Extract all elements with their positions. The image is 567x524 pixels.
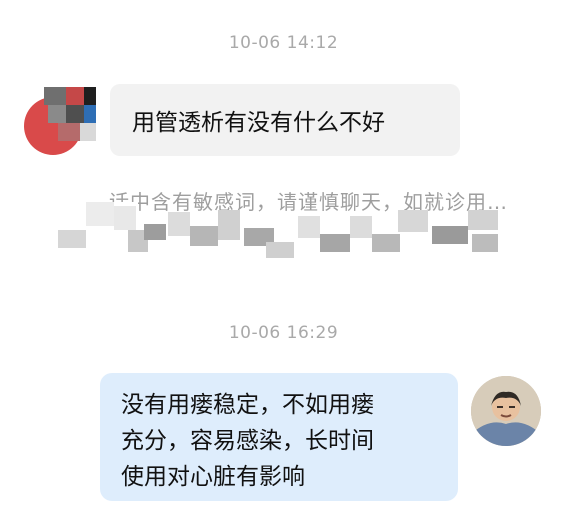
outgoing-message-line: 没有用瘘稳定，不如用瘘	[121, 392, 374, 418]
outgoing-message-line: 使用对心脏有影响	[121, 464, 305, 490]
incoming-message-bubble[interactable]: 用管透析有没有什么不好	[110, 84, 460, 156]
contact-avatar[interactable]	[24, 87, 96, 159]
timestamp: 10-06 16:29	[228, 323, 339, 343]
timestamp: 10-06 14:12	[228, 33, 339, 53]
outgoing-message-bubble[interactable]: 没有用瘘稳定，不如用瘘 充分，容易感染，长时间 使用对心脏有影响	[100, 373, 458, 501]
sensitive-word-notice: …话中含有敏感词，请谨慎聊天，如就诊用…	[0, 180, 567, 280]
user-avatar[interactable]	[471, 376, 541, 446]
incoming-message-text: 用管透析有没有什么不好	[132, 110, 385, 136]
mosaic-overlay	[58, 202, 518, 272]
outgoing-message-line: 充分，容易感染，长时间	[121, 428, 374, 454]
